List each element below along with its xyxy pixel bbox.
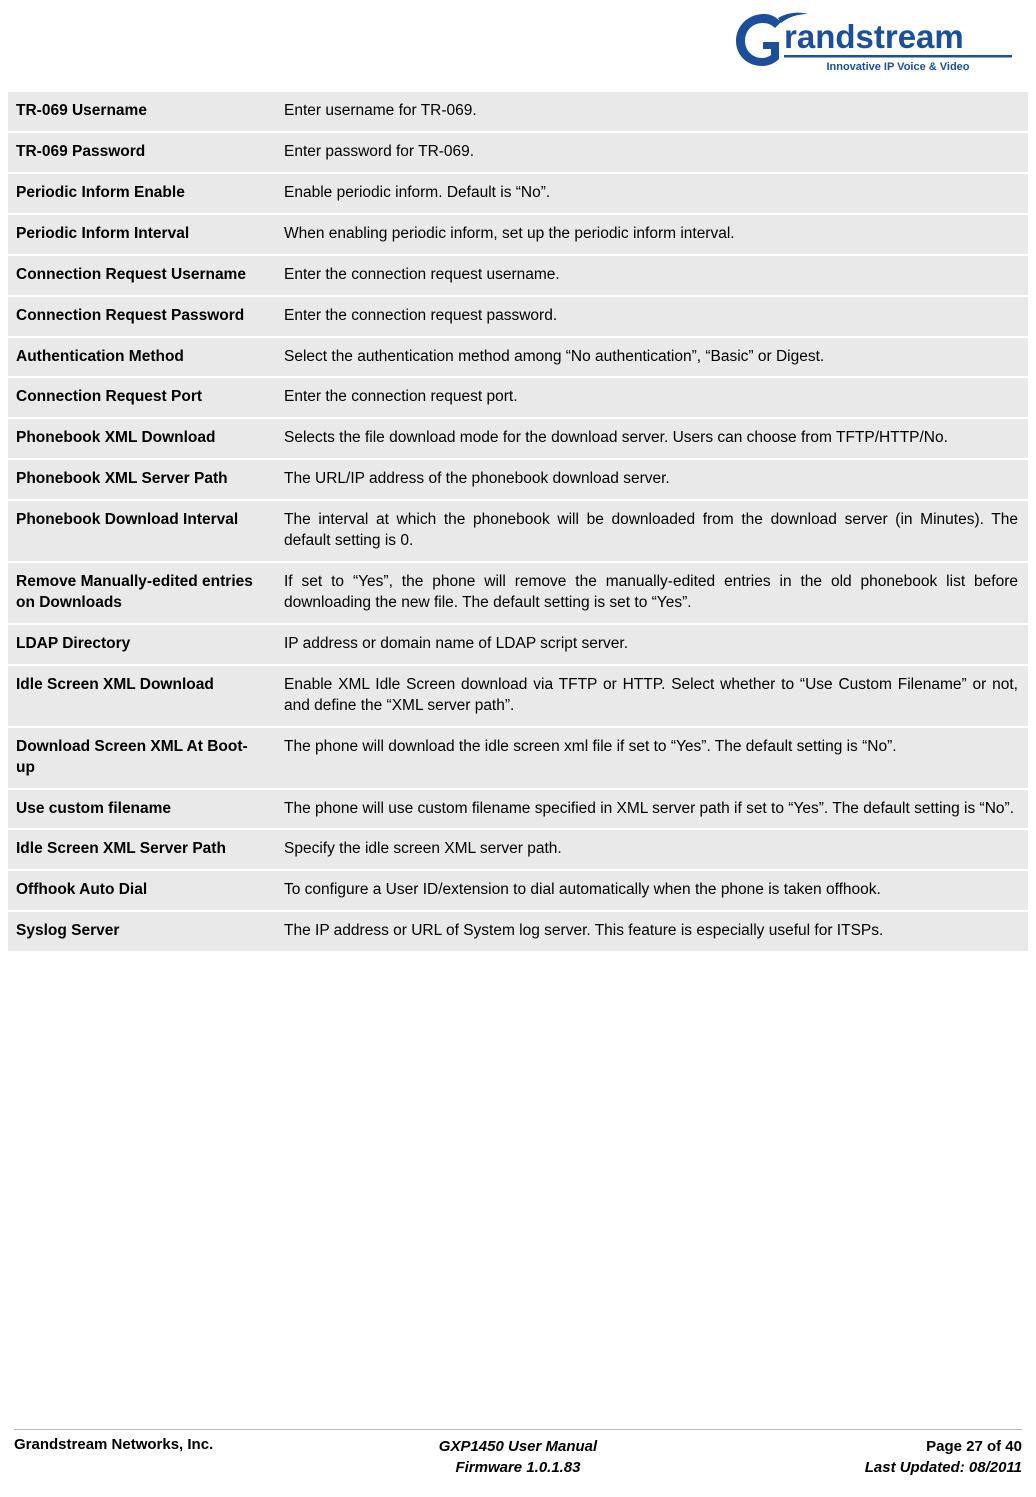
- footer-right-block: Page 27 of 40 Last Updated: 08/2011: [689, 1436, 1022, 1480]
- setting-label: Idle Screen XML Download: [8, 665, 272, 726]
- footer-content: Grandstream Networks, Inc. GXP1450 User …: [14, 1436, 1022, 1480]
- setting-description: Enable XML Idle Screen download via TFTP…: [272, 665, 1028, 726]
- setting-label: Download Screen XML At Boot-up: [8, 727, 272, 788]
- table-row: Use custom filename The phone will use c…: [8, 789, 1028, 829]
- setting-description: The interval at which the phonebook will…: [272, 501, 1028, 562]
- setting-label: Syslog Server: [8, 912, 272, 952]
- setting-description: The phone will download the idle screen …: [272, 727, 1028, 788]
- setting-description: Enter password for TR-069.: [272, 132, 1028, 172]
- setting-description: If set to “Yes”, the phone will remove t…: [272, 563, 1028, 623]
- setting-description: When enabling periodic inform, set up th…: [272, 214, 1028, 254]
- setting-label: Periodic Inform Interval: [8, 214, 272, 254]
- footer-last-updated: Last Updated: 08/2011: [864, 1459, 1022, 1477]
- setting-label: Authentication Method: [8, 337, 272, 377]
- table-row: Remove Manually-edited entries on Downlo…: [8, 563, 1028, 623]
- footer-firmware: Firmware 1.0.1.83: [455, 1459, 581, 1477]
- setting-label: Phonebook Download Interval: [8, 501, 272, 562]
- table-row: TR-069 Password Enter password for TR-06…: [8, 132, 1028, 172]
- footer-center-block: GXP1450 User Manual Firmware 1.0.1.83: [347, 1436, 690, 1480]
- table-row: Phonebook XML Server Path The URL/IP add…: [8, 460, 1028, 500]
- setting-description: Enter username for TR-069.: [272, 92, 1028, 131]
- setting-description: The IP address or URL of System log serv…: [272, 912, 1028, 952]
- brand-tagline: Innovative IP Voice & Video: [826, 61, 969, 73]
- footer-page-number: Page 27 of 40: [926, 1437, 1022, 1455]
- grandstream-logo: randstream Innovative IP Voice & Video: [728, 8, 1018, 80]
- setting-description: Specify the idle screen XML server path.: [272, 830, 1028, 870]
- setting-label: Use custom filename: [8, 789, 272, 829]
- table-row: Idle Screen XML Server Path Specify the …: [8, 830, 1028, 870]
- table-row: TR-069 Username Enter username for TR-06…: [8, 92, 1028, 131]
- table-row: Phonebook XML Download Selects the file …: [8, 419, 1028, 459]
- settings-description-table: TR-069 Username Enter username for TR-06…: [8, 92, 1028, 952]
- setting-description: Enter the connection request password.: [272, 296, 1028, 336]
- setting-description: The phone will use custom filename speci…: [272, 789, 1028, 829]
- setting-description: Enable periodic inform. Default is “No”.: [272, 173, 1028, 213]
- table-row: Connection Request Port Enter the connec…: [8, 378, 1028, 418]
- table-row: Idle Screen XML Download Enable XML Idle…: [8, 665, 1028, 726]
- setting-description: Select the authentication method among “…: [272, 337, 1028, 377]
- table-row: Connection Request Password Enter the co…: [8, 296, 1028, 336]
- page-footer: Grandstream Networks, Inc. GXP1450 User …: [0, 1428, 1036, 1480]
- setting-label: Connection Request Password: [8, 296, 272, 336]
- setting-label: Periodic Inform Enable: [8, 173, 272, 213]
- footer-divider: [14, 1428, 1022, 1430]
- table-row: Connection Request Username Enter the co…: [8, 255, 1028, 295]
- footer-company: Grandstream Networks, Inc.: [14, 1435, 214, 1453]
- setting-label: Connection Request Username: [8, 255, 272, 295]
- brand-name: randstream: [784, 18, 964, 55]
- grandstream-logo-icon: randstream Innovative IP Voice & Video: [736, 12, 1012, 73]
- setting-description: IP address or domain name of LDAP script…: [272, 624, 1028, 664]
- setting-label: Offhook Auto Dial: [8, 871, 272, 911]
- setting-label: Remove Manually-edited entries on Downlo…: [8, 563, 272, 623]
- setting-label: Connection Request Port: [8, 378, 272, 418]
- setting-description: Enter the connection request username.: [272, 255, 1028, 295]
- table-row: Download Screen XML At Boot-up The phone…: [8, 727, 1028, 788]
- document-page: randstream Innovative IP Voice & Video T…: [0, 0, 1036, 1497]
- setting-label: LDAP Directory: [8, 624, 272, 664]
- setting-label: TR-069 Username: [8, 92, 272, 131]
- setting-description: Selects the file download mode for the d…: [272, 419, 1028, 459]
- table-row: Periodic Inform Interval When enabling p…: [8, 214, 1028, 254]
- page-header: randstream Innovative IP Voice & Video: [0, 0, 1036, 92]
- table-body: TR-069 Username Enter username for TR-06…: [8, 92, 1028, 952]
- setting-label: Idle Screen XML Server Path: [8, 830, 272, 870]
- setting-label: TR-069 Password: [8, 132, 272, 172]
- table-row: Authentication Method Select the authent…: [8, 337, 1028, 377]
- setting-description: Enter the connection request port.: [272, 378, 1028, 418]
- table-row: Periodic Inform Enable Enable periodic i…: [8, 173, 1028, 213]
- setting-description: The URL/IP address of the phonebook down…: [272, 460, 1028, 500]
- setting-description: To configure a User ID/extension to dial…: [272, 871, 1028, 911]
- table-row: Offhook Auto Dial To configure a User ID…: [8, 871, 1028, 911]
- table-row: Syslog Server The IP address or URL of S…: [8, 912, 1028, 952]
- footer-manual-title: GXP1450 User Manual: [438, 1437, 598, 1455]
- setting-label: Phonebook XML Download: [8, 419, 272, 459]
- table-row: LDAP Directory IP address or domain name…: [8, 624, 1028, 664]
- setting-label: Phonebook XML Server Path: [8, 460, 272, 500]
- table-row: Phonebook Download Interval The interval…: [8, 501, 1028, 562]
